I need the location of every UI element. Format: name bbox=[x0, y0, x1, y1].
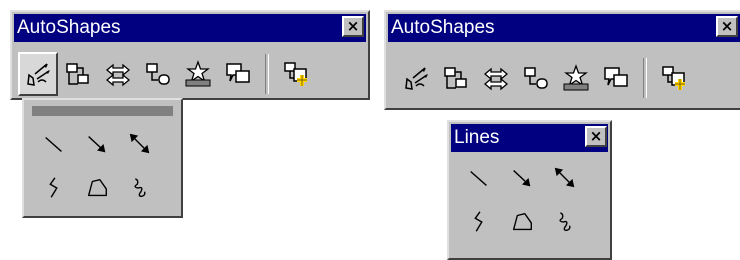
autoshapes-toolbar-right: AutoShapes × bbox=[384, 10, 740, 110]
more-autoshapes-icon bbox=[283, 61, 309, 88]
lines-dropdown-menu bbox=[22, 98, 183, 218]
block-arrows-button[interactable] bbox=[98, 52, 138, 96]
autoshapes-toolbar-left: AutoShapes × bbox=[10, 10, 370, 100]
autoshapes-title-bar[interactable]: AutoShapes bbox=[388, 14, 740, 42]
callouts-icon bbox=[604, 67, 628, 87]
freeform-icon bbox=[512, 212, 532, 231]
block-arrows-icon bbox=[106, 64, 130, 86]
scribble-tool[interactable] bbox=[120, 166, 160, 210]
double-arrow-tool[interactable] bbox=[545, 156, 585, 200]
block-arrows-icon bbox=[484, 68, 508, 90]
autoshapes-title: AutoShapes bbox=[17, 17, 121, 38]
scribble-icon bbox=[134, 178, 146, 198]
line-tool[interactable] bbox=[34, 122, 74, 166]
arrow-tool[interactable] bbox=[77, 122, 117, 166]
curve-icon bbox=[474, 211, 483, 232]
line-tool[interactable] bbox=[459, 156, 499, 200]
arrow-icon bbox=[512, 169, 532, 188]
freeform-tool[interactable] bbox=[502, 200, 542, 244]
connectors-button[interactable] bbox=[436, 56, 476, 100]
curve-tool[interactable] bbox=[459, 200, 499, 244]
close-button[interactable]: × bbox=[585, 126, 607, 147]
stars-banners-button[interactable] bbox=[556, 56, 596, 100]
stars-banners-icon bbox=[185, 61, 211, 87]
lines-button[interactable] bbox=[18, 52, 58, 96]
flowchart-icon bbox=[524, 67, 548, 89]
freeform-tool[interactable] bbox=[77, 166, 117, 210]
lines-icon bbox=[27, 63, 51, 86]
double-arrow-icon bbox=[554, 167, 575, 188]
flowchart-button[interactable] bbox=[516, 56, 556, 100]
line-icon bbox=[44, 136, 63, 153]
curve-tool[interactable] bbox=[34, 166, 74, 210]
close-icon: × bbox=[720, 17, 734, 35]
curve-icon bbox=[49, 177, 58, 198]
autoshapes-title: AutoShapes bbox=[391, 17, 495, 38]
toolbar-separator bbox=[265, 54, 269, 94]
callouts-button[interactable] bbox=[596, 56, 636, 100]
toolbar-separator bbox=[643, 58, 647, 98]
stars-banners-icon bbox=[563, 65, 589, 91]
autoshapes-title-bar[interactable]: AutoShapes bbox=[14, 14, 366, 42]
lines-title: Lines bbox=[454, 127, 500, 148]
lines-button[interactable] bbox=[396, 56, 436, 100]
more-autoshapes-button[interactable] bbox=[654, 56, 694, 100]
flowchart-icon bbox=[146, 63, 170, 85]
close-icon: × bbox=[346, 17, 360, 35]
arrow-tool[interactable] bbox=[502, 156, 542, 200]
lines-icon bbox=[405, 67, 429, 90]
double-arrow-icon bbox=[129, 133, 150, 154]
connectors-icon bbox=[444, 67, 467, 89]
lines-floating-palette: Lines × bbox=[447, 120, 612, 260]
drag-handle[interactable] bbox=[32, 106, 173, 116]
more-autoshapes-icon bbox=[661, 65, 687, 92]
close-icon: × bbox=[589, 127, 603, 145]
connectors-icon bbox=[66, 63, 89, 85]
callouts-button[interactable] bbox=[218, 52, 258, 96]
scribble-icon bbox=[559, 212, 571, 232]
stars-banners-button[interactable] bbox=[178, 52, 218, 96]
line-icon bbox=[469, 170, 488, 187]
arrow-icon bbox=[87, 135, 107, 154]
flowchart-button[interactable] bbox=[138, 52, 178, 96]
double-arrow-tool[interactable] bbox=[120, 122, 160, 166]
more-autoshapes-button[interactable] bbox=[276, 52, 316, 96]
freeform-icon bbox=[87, 178, 107, 197]
close-button[interactable]: × bbox=[716, 16, 738, 37]
close-button[interactable]: × bbox=[342, 16, 364, 37]
block-arrows-button[interactable] bbox=[476, 56, 516, 100]
callouts-icon bbox=[226, 63, 250, 83]
scribble-tool[interactable] bbox=[545, 200, 585, 244]
connectors-button[interactable] bbox=[58, 52, 98, 96]
